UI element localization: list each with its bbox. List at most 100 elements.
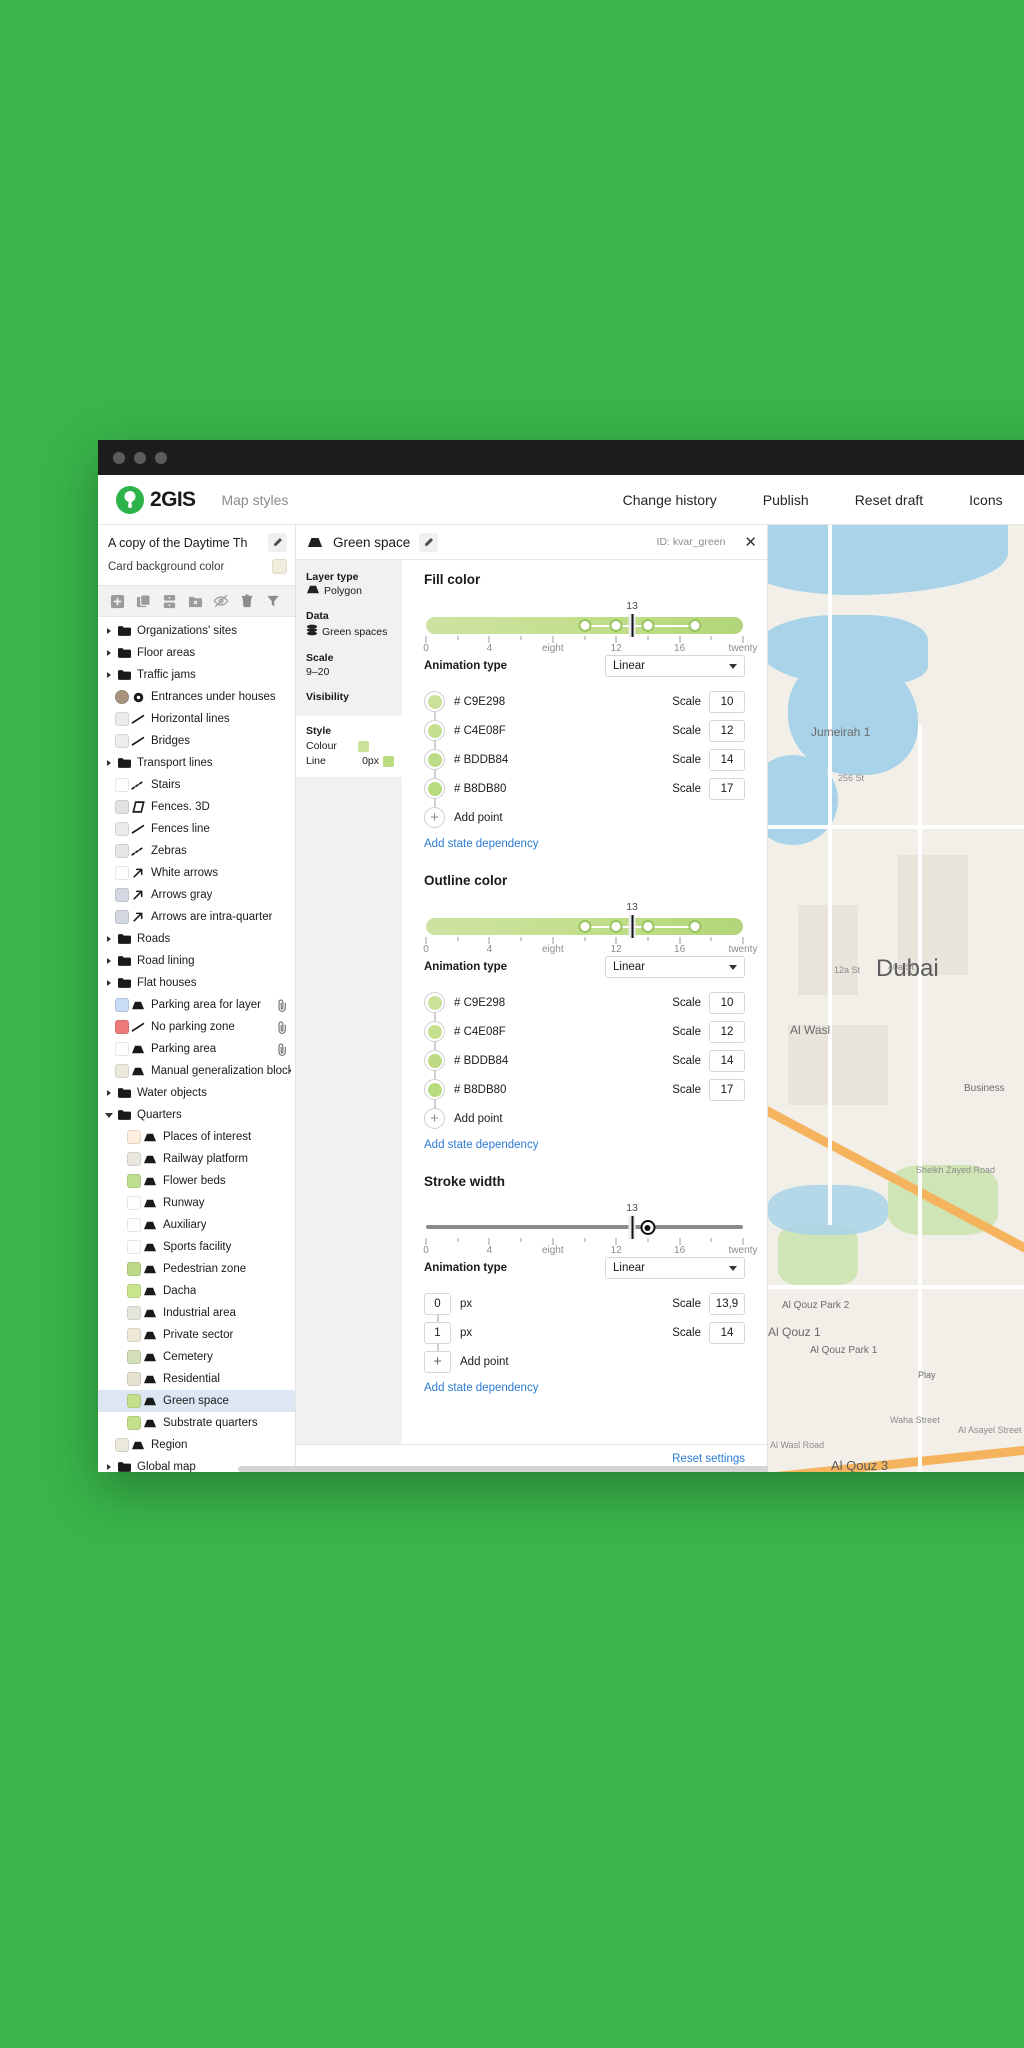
minimize-window-button[interactable] [134,451,146,464]
attachment-icon[interactable] [273,1043,291,1056]
zoom-window-button[interactable] [155,451,167,464]
nav-icons[interactable]: Icons [969,492,1002,508]
style-stop-row[interactable]: # C9E298 Scale 10 [424,687,745,716]
layer-color-swatch[interactable] [127,1328,141,1342]
add-layer-icon[interactable] [106,591,128,611]
layer-color-swatch[interactable] [127,1196,141,1210]
stop-color-value[interactable]: # C4E08F [454,1026,506,1038]
layer-color-swatch[interactable] [115,734,129,748]
close-icon[interactable]: ✕ [744,535,757,550]
delete-folder-icon[interactable] [184,591,206,611]
tree-item-zebras[interactable]: Zebras [98,840,295,862]
stop-color-swatch[interactable] [424,992,445,1013]
stop-scale-input[interactable]: 10 [709,690,745,713]
slider-handle[interactable] [688,920,702,933]
slider-handle[interactable] [609,920,623,933]
plus-icon[interactable]: + [424,1350,451,1373]
copy-layer-icon[interactable] [132,591,154,611]
layer-color-swatch[interactable] [115,910,129,924]
layer-color-swatch[interactable] [127,1306,141,1320]
layer-color-swatch[interactable] [115,1438,129,1452]
plus-icon[interactable]: + [424,807,445,828]
tree-item-pedestrian-zone[interactable]: Pedestrian zone [98,1258,295,1280]
style-stop-row[interactable]: # C4E08F Scale 12 [424,716,745,745]
layer-color-swatch[interactable] [115,1064,129,1078]
layer-color-swatch[interactable] [115,998,129,1012]
tree-toggle-icon[interactable] [102,980,115,986]
stop-color-value[interactable]: # C9E298 [454,997,505,1009]
add-state-dependency-link[interactable]: Add state dependency [424,1139,538,1151]
tree-item-roads[interactable]: Roads [98,928,295,950]
tree-item-railway-platform[interactable]: Railway platform [98,1148,295,1170]
scale-slider[interactable]: 13 0 4 eight 12 16 twenty [423,1202,757,1256]
animation-type-select[interactable]: Linear [605,655,745,677]
layer-color-swatch[interactable] [115,800,129,814]
slider-track[interactable] [426,1225,743,1229]
stop-color-swatch[interactable] [424,1021,445,1042]
card-background-color-swatch[interactable] [272,559,287,574]
layer-color-swatch[interactable] [115,888,129,902]
layer-color-swatch[interactable] [115,866,129,880]
layer-color-swatch[interactable] [115,778,129,792]
tree-item-auxiliary[interactable]: Auxiliary [98,1214,295,1236]
tree-item-industrial-area[interactable]: Industrial area [98,1302,295,1324]
stop-color-swatch[interactable] [424,778,445,799]
hide-layer-icon[interactable] [210,591,232,611]
slider-handle[interactable] [578,920,591,933]
pencil-icon[interactable] [268,533,287,552]
tree-toggle-icon[interactable] [102,958,115,964]
tree-item-private-sector[interactable]: Private sector [98,1324,295,1346]
tree-item-fences-line[interactable]: Fences line [98,818,295,840]
stop-scale-input[interactable]: 10 [709,991,745,1014]
tree-item-arrows-gray[interactable]: Arrows gray [98,884,295,906]
style-stop-row[interactable]: # B8DB80 Scale 17 [424,774,745,803]
layer-color-swatch[interactable] [127,1416,141,1430]
slider-handle[interactable] [641,920,655,933]
slider-cursor[interactable] [628,1216,636,1239]
style-stop-row[interactable]: # C9E298 Scale 10 [424,988,745,1017]
filter-icon[interactable] [262,591,284,611]
stop-scale-input[interactable]: 14 [709,748,745,771]
layer-color-swatch[interactable] [127,1284,141,1298]
layer-color-swatch[interactable] [127,1152,141,1166]
tree-item-transport-lines[interactable]: Transport lines [98,752,295,774]
slider-handle[interactable] [609,619,623,632]
layer-color-swatch[interactable] [115,690,129,704]
stop-scale-input[interactable]: 13,9 [709,1292,745,1315]
style-block[interactable]: Style Colour Line 0px [296,716,402,777]
tree-toggle-icon[interactable] [102,760,115,766]
style-stop-row[interactable]: # B8DB80 Scale 17 [424,1075,745,1104]
stop-value-input[interactable]: 0 [424,1292,451,1315]
slider-handle[interactable] [641,619,655,632]
layer-color-swatch[interactable] [115,822,129,836]
style-stop-row[interactable]: 1 px Scale 14 [424,1318,745,1347]
stop-color-swatch[interactable] [424,1050,445,1071]
layer-color-swatch[interactable] [127,1262,141,1276]
attachment-icon[interactable] [273,999,291,1012]
tree-toggle-icon[interactable] [102,1464,115,1470]
stop-color-swatch[interactable] [424,720,445,741]
tree-toggle-icon[interactable] [102,650,115,656]
layer-color-swatch[interactable] [115,712,129,726]
add-state-dependency-link[interactable]: Add state dependency [424,838,538,850]
slider-handle[interactable] [688,619,702,632]
tree-item-arrows-are-intra-quarter[interactable]: Arrows are intra-quarter [98,906,295,928]
tree-item-parking-area-for-layer[interactable]: Parking area for layer [98,994,295,1016]
tree-item-region[interactable]: Region [98,1434,295,1456]
slider-cursor[interactable] [628,614,636,637]
stop-scale-input[interactable]: 12 [709,719,745,742]
add-point-row[interactable]: + Add point [424,1104,745,1133]
layer-color-swatch[interactable] [115,844,129,858]
tree-item-parking-area[interactable]: Parking area [98,1038,295,1060]
tree-toggle-icon[interactable] [102,936,115,942]
slider-handle[interactable] [578,619,591,632]
stop-color-swatch[interactable] [424,1079,445,1100]
add-point-row[interactable]: + Add point [424,803,745,832]
tree-item-entrances-under-houses[interactable]: Entrances under houses [98,686,295,708]
style-stop-row[interactable]: # BDDB84 Scale 14 [424,1046,745,1075]
layer-color-swatch[interactable] [127,1240,141,1254]
tree-item-substrate-quarters[interactable]: Substrate quarters [98,1412,295,1434]
tree-item-quarters[interactable]: Quarters [98,1104,295,1126]
tree-toggle-icon[interactable] [102,672,115,678]
stop-color-value[interactable]: # BDDB84 [454,754,508,766]
